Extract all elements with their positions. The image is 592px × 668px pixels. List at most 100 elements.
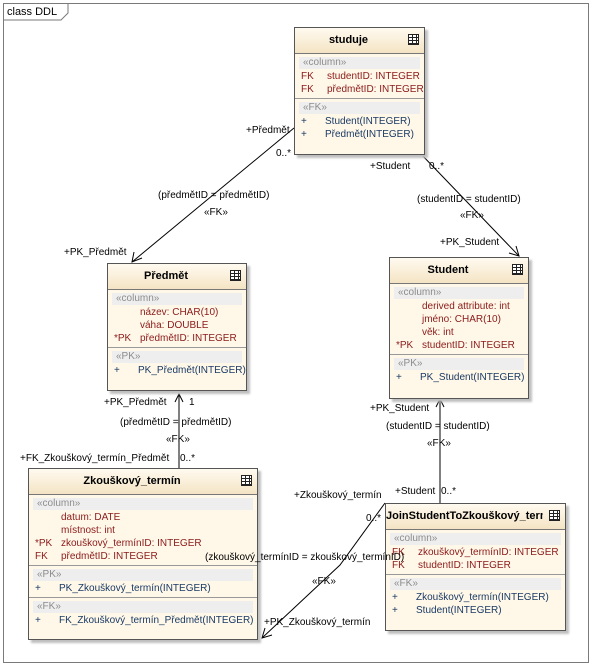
operation-row: + Student(INTEGER)	[386, 604, 565, 617]
operation-text: FK_Zkouškový_termín_Předmět(INTEGER)	[59, 615, 254, 626]
connector-role-label: +PK_Student	[440, 237, 500, 248]
column-row: místnost: int	[29, 524, 257, 537]
key-prefix: FK	[301, 71, 314, 82]
table-join-student-zkouskovy[interactable]: JoinStudentToZkouškový_termín «column» F…	[385, 503, 566, 631]
column-row: FK studentID: INTEGER	[386, 559, 565, 572]
visibility-sign: +	[35, 583, 41, 594]
column-text: studentID: INTEGER	[418, 560, 511, 571]
operation-text: PK_Student(INTEGER)	[420, 372, 525, 383]
operation-stereotype: «FK»	[33, 601, 253, 613]
operation-stereotype: «FK»	[390, 578, 561, 590]
table-icon	[512, 264, 523, 275]
column-text: předmětID: INTEGER	[327, 84, 424, 95]
connector-condition: (zkouškový_termínID = zkouškový_termínID…	[205, 552, 405, 563]
table-header: Předmět	[108, 264, 246, 290]
operation-text: Student(INTEGER)	[416, 605, 502, 616]
table-icon	[230, 270, 241, 281]
operation-text: PK_Předmět(INTEGER)	[138, 365, 246, 376]
column-text: datum: DATE	[61, 512, 121, 523]
connector-stereotype: «FK»	[427, 438, 451, 449]
operation-row: + Předmět(INTEGER)	[295, 128, 424, 141]
column-row: *PK předmětID: INTEGER	[108, 332, 246, 345]
operation-stereotype: «PK»	[112, 351, 242, 363]
operation-text: PK_Zkouškový_termín(INTEGER)	[59, 583, 211, 594]
key-prefix: FK	[301, 84, 314, 95]
key-prefix: FK	[35, 551, 48, 562]
column-text: předmětID: INTEGER	[140, 333, 237, 344]
column-stereotype: «column»	[390, 533, 561, 545]
operation-row: + PK_Zkouškový_termín(INTEGER)	[29, 582, 257, 595]
operation-row: + Zkouškový_termín(INTEGER)	[386, 591, 565, 604]
column-text: studentID: INTEGER	[327, 71, 420, 82]
operation-text: Zkouškový_termín(INTEGER)	[416, 592, 549, 603]
column-row: derived attribute: int	[390, 300, 528, 313]
connector-condition: (studentID = studentID)	[417, 194, 521, 205]
operation-stereotype: «FK»	[299, 102, 420, 114]
table-title: Student	[427, 264, 469, 276]
operation-text: Student(INTEGER)	[325, 116, 411, 127]
operation-text: Předmět(INTEGER)	[325, 129, 414, 140]
column-row: *PK studentID: INTEGER	[390, 339, 528, 352]
connector-multiplicity: 1	[189, 397, 195, 408]
connector-stereotype: «FK»	[312, 576, 336, 587]
visibility-sign: +	[301, 116, 307, 127]
columns-section: «column» derived attribute: int jméno: C…	[390, 284, 528, 355]
connector-multiplicity: 0..*	[441, 486, 457, 497]
visibility-sign: +	[35, 615, 41, 626]
connector-role-label: +PK_Předmět	[64, 247, 127, 258]
column-text: věk: int	[422, 327, 454, 338]
table-header: Student	[390, 258, 528, 284]
column-text: předmětID: INTEGER	[61, 551, 158, 562]
column-row: *PK zkouškový_termínID: INTEGER	[29, 537, 257, 550]
key-prefix: *PK	[35, 538, 53, 549]
operation-row: + Student(INTEGER)	[295, 115, 424, 128]
operations-section: «PK» + PK_Předmět(INTEGER)	[108, 348, 246, 379]
table-header: Zkouškový_termín	[29, 469, 257, 495]
table-title: Zkouškový_termín	[83, 475, 181, 487]
column-text: místnost: int	[61, 525, 115, 536]
table-header: studuje	[295, 28, 424, 54]
table-student[interactable]: Student «column» derived attribute: int …	[389, 257, 529, 399]
column-text: jméno: CHAR(10)	[422, 314, 501, 325]
connector-condition: (studentID = studentID)	[386, 421, 490, 432]
column-stereotype: «column»	[299, 57, 420, 69]
connector-stereotype: «FK»	[460, 210, 484, 221]
table-title: studuje	[328, 34, 369, 46]
column-stereotype: «column»	[394, 287, 524, 299]
connector-multiplicity: 0..*	[366, 513, 382, 524]
column-row: jméno: CHAR(10)	[390, 313, 528, 326]
connector-role-label: +PK_Předmět	[104, 397, 167, 408]
visibility-sign: +	[392, 592, 398, 603]
operation-row: + PK_Student(INTEGER)	[390, 371, 528, 384]
column-row: název: CHAR(10)	[108, 306, 246, 319]
table-studuje[interactable]: studuje «column» FK studentID: INTEGER FK…	[294, 27, 425, 155]
visibility-sign: +	[392, 605, 398, 616]
table-icon	[241, 475, 252, 486]
table-icon	[549, 510, 560, 521]
column-row: FK zkouškový_termínID: INTEGER	[386, 546, 565, 559]
column-text: váha: DOUBLE	[140, 320, 209, 331]
operations-section: «FK» + Student(INTEGER) + Předmět(INTEGER)	[295, 99, 424, 143]
connector-role-label: +Zkouškový_termín	[294, 490, 382, 501]
column-row: FK studentID: INTEGER	[295, 70, 424, 83]
column-row: FK předmětID: INTEGER	[295, 83, 424, 96]
visibility-sign: +	[396, 372, 402, 383]
connector-multiplicity: 0..*	[180, 453, 196, 464]
visibility-sign: +	[114, 365, 120, 376]
column-row: věk: int	[390, 326, 528, 339]
connector-role-label: +PK_Zkouškový_termín	[264, 617, 371, 628]
visibility-sign: +	[301, 129, 307, 140]
operation-stereotype: «PK»	[394, 358, 524, 370]
connector-role-label: +PK_Student	[370, 403, 430, 414]
connector-condition: (předmětID = předmětID)	[158, 190, 270, 201]
connector-role-label: +Student	[395, 486, 436, 497]
key-prefix: *PK	[114, 333, 132, 344]
connector-multiplicity: 0..*	[429, 161, 445, 172]
key-prefix: *PK	[396, 340, 414, 351]
column-stereotype: «column»	[112, 293, 242, 305]
table-predmet[interactable]: Předmět «column» název: CHAR(10) váha: D…	[107, 263, 247, 391]
connector-role-label: +Předmět	[246, 125, 290, 136]
table-title: JoinStudentToZkouškový_termín	[386, 510, 543, 522]
columns-section: «column» FK zkouškový_termínID: INTEGER F…	[386, 530, 565, 575]
connector-role-label: +Student	[370, 161, 411, 172]
